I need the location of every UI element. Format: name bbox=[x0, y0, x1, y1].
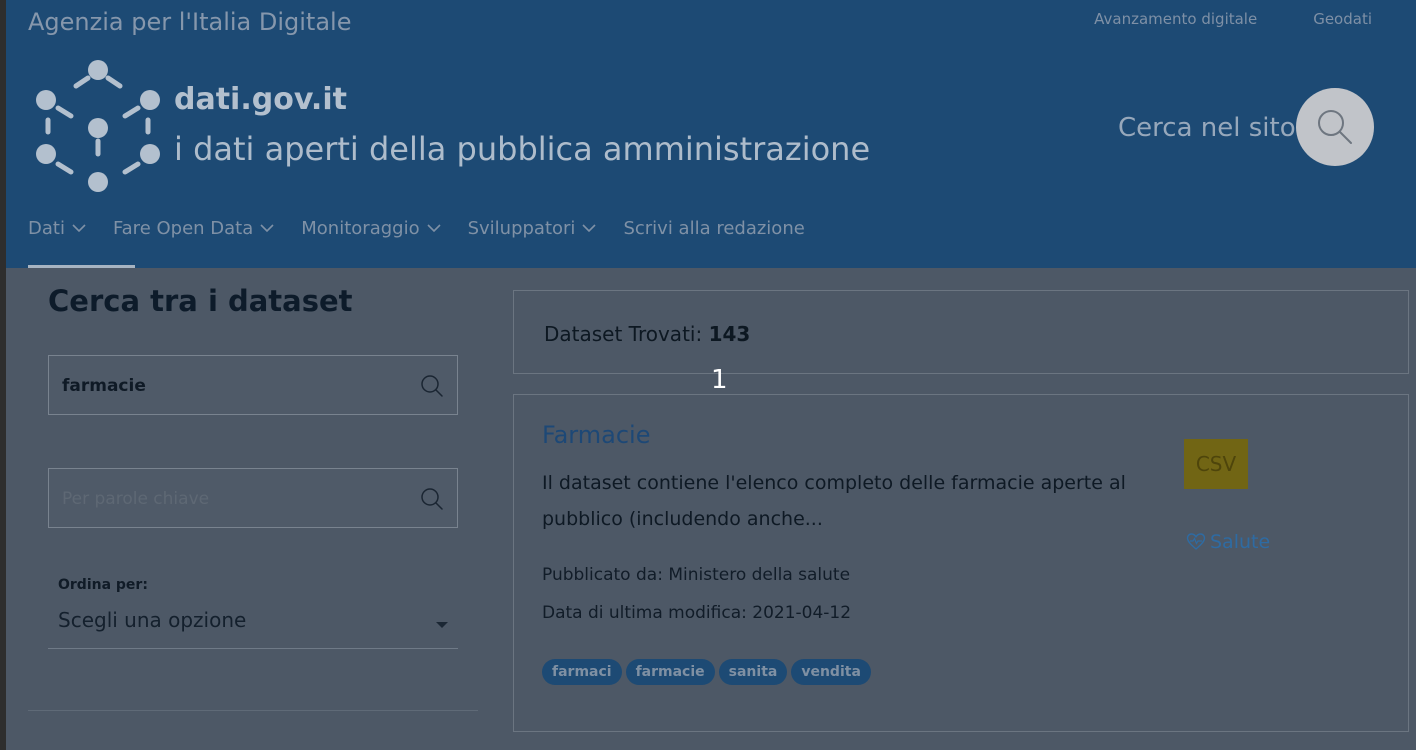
results-count-box: Dataset Trovati: 143 bbox=[513, 290, 1409, 374]
chevron-down-icon bbox=[582, 224, 597, 233]
nav-item-monitoraggio[interactable]: Monitoraggio bbox=[301, 218, 441, 239]
chevron-down-icon bbox=[260, 224, 274, 233]
result-modified-date: Data di ultima modifica: 2021-04-12 bbox=[542, 603, 852, 623]
tag-sanita[interactable]: sanita bbox=[718, 659, 788, 685]
theme-link-salute[interactable]: Salute bbox=[1186, 531, 1270, 553]
dati-logo-icon[interactable] bbox=[34, 58, 162, 194]
results-count: Dataset Trovati: 143 bbox=[544, 322, 750, 346]
result-publisher: Pubblicato da: Ministero della salute bbox=[542, 565, 851, 585]
search-icon[interactable] bbox=[420, 374, 444, 398]
nav-item-fare-open-data[interactable]: Fare Open Data bbox=[113, 218, 274, 239]
page: Agenzia per l'Italia Digitale Avanzament… bbox=[6, 0, 1416, 750]
results-count-value: 143 bbox=[708, 322, 751, 346]
top-link-avanzamento[interactable]: Avanzamento digitale bbox=[1094, 10, 1257, 28]
tag-farmaci[interactable]: farmaci bbox=[542, 659, 622, 685]
tag-vendita[interactable]: vendita bbox=[791, 659, 871, 685]
keyword-input-placeholder: Per parole chiave bbox=[62, 489, 210, 509]
sidebar-title: Cerca tra i dataset bbox=[48, 284, 353, 318]
results-count-label: Dataset Trovati: bbox=[544, 322, 703, 346]
order-label: Ordina per: bbox=[58, 577, 148, 593]
search-icon[interactable] bbox=[420, 487, 444, 511]
dataset-search-input[interactable]: farmacie bbox=[48, 355, 458, 415]
nav-item-label: Sviluppatori bbox=[467, 218, 576, 239]
format-badge-csv[interactable]: CSV bbox=[1184, 439, 1248, 489]
nav-item-label: Monitoraggio bbox=[301, 218, 420, 239]
agency-link[interactable]: Agenzia per l'Italia Digitale bbox=[28, 8, 351, 36]
site-search-button[interactable] bbox=[1296, 88, 1374, 166]
nav-item-label: Scrivi alla redazione bbox=[623, 218, 805, 239]
nav-item-sviluppatori[interactable]: Sviluppatori bbox=[468, 218, 597, 239]
main-nav: Dati Fare Open Data Monitoraggio Svilupp… bbox=[28, 218, 832, 239]
theme-label: Salute bbox=[1210, 531, 1271, 553]
tag-farmacie[interactable]: farmacie bbox=[625, 659, 715, 685]
search-icon bbox=[1318, 110, 1352, 144]
site-search-label[interactable]: Cerca nel sito bbox=[1118, 113, 1296, 143]
order-select[interactable]: Scegli una opzione bbox=[48, 598, 458, 649]
order-select-value: Scegli una opzione bbox=[58, 608, 247, 632]
caret-down-icon bbox=[436, 622, 448, 628]
page-number-marker: 1 bbox=[711, 365, 728, 395]
nav-item-dati[interactable]: Dati bbox=[28, 218, 86, 239]
result-card: Farmacie Il dataset contiene l'elenco co… bbox=[513, 394, 1409, 732]
nav-item-label: Fare Open Data bbox=[112, 218, 254, 239]
chevron-down-icon bbox=[72, 224, 86, 233]
heart-pulse-icon bbox=[1186, 533, 1206, 550]
chevron-down-icon bbox=[427, 224, 441, 233]
brand-subtitle: i dati aperti della pubblica amministraz… bbox=[174, 130, 871, 168]
result-title-link[interactable]: Farmacie bbox=[542, 421, 650, 449]
top-link-geodati[interactable]: Geodati bbox=[1313, 10, 1372, 28]
sidebar-divider bbox=[28, 710, 478, 711]
site-header: Agenzia per l'Italia Digitale Avanzament… bbox=[6, 0, 1416, 268]
search-sidebar: Cerca tra i dataset farmacie Per parole … bbox=[28, 268, 486, 750]
result-tags: farmaci farmacie sanita vendita bbox=[542, 659, 871, 685]
brand-title[interactable]: dati.gov.it bbox=[174, 82, 347, 117]
top-links: Avanzamento digitale Geodati bbox=[1094, 10, 1372, 28]
nav-item-label: Dati bbox=[28, 218, 65, 239]
search-input-value: farmacie bbox=[62, 376, 146, 396]
result-description: Il dataset contiene l'elenco completo de… bbox=[542, 472, 1126, 530]
nav-item-scrivi-redazione[interactable]: Scrivi alla redazione bbox=[623, 218, 804, 239]
keyword-search-input[interactable]: Per parole chiave bbox=[48, 468, 458, 528]
